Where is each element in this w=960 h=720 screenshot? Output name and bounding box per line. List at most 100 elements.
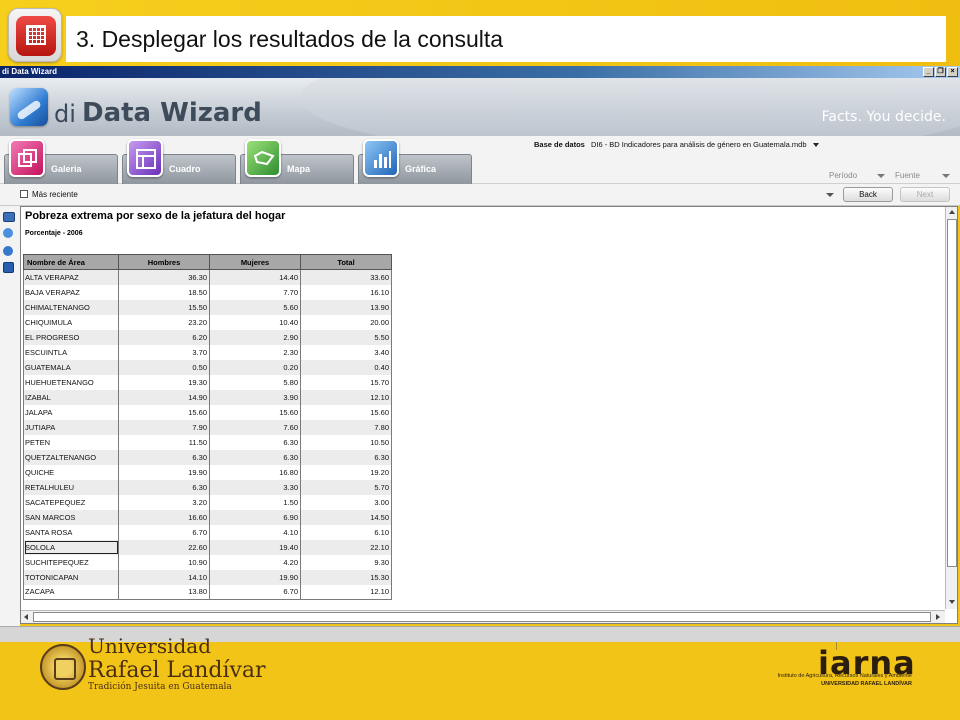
area-name-cell[interactable]: HUEHUETENANGO (23, 374, 119, 390)
value-cell[interactable]: 7.90 (118, 419, 210, 435)
table-row[interactable]: BAJA VERAPAZ 18.50 7.70 16.10 (23, 284, 392, 300)
value-cell[interactable]: 5.70 (300, 479, 392, 495)
value-cell[interactable]: 6.30 (300, 449, 392, 465)
area-name-cell[interactable]: EL PROGRESO (23, 329, 119, 345)
value-cell[interactable]: 12.10 (300, 389, 392, 405)
table-row[interactable]: SANTA ROSA 6.70 4.10 6.10 (23, 524, 392, 540)
value-cell[interactable]: 6.30 (209, 434, 301, 450)
table-row[interactable]: ESCUINTLA 3.70 2.30 3.40 (23, 344, 392, 360)
value-cell[interactable]: 33.60 (300, 269, 392, 285)
column-header[interactable]: Hombres (118, 254, 210, 270)
table-row[interactable]: PETEN 11.50 6.30 10.50 (23, 434, 392, 450)
value-cell[interactable]: 23.20 (118, 314, 210, 330)
column-header[interactable]: Mujeres (209, 254, 301, 270)
table-row[interactable]: QUETZALTENANGO 6.30 6.30 6.30 (23, 449, 392, 465)
area-name-cell[interactable]: QUICHE (23, 464, 119, 480)
value-cell[interactable]: 19.40 (209, 539, 301, 555)
next-button[interactable]: Next (900, 187, 950, 202)
value-cell[interactable]: 15.30 (300, 569, 392, 585)
area-name-cell[interactable]: IZABAL (23, 389, 119, 405)
value-cell[interactable]: 6.70 (118, 524, 210, 540)
value-cell[interactable]: 3.20 (118, 494, 210, 510)
value-cell[interactable]: 15.60 (300, 404, 392, 420)
value-cell[interactable]: 0.20 (209, 359, 301, 375)
area-name-cell[interactable]: SANTA ROSA (23, 524, 119, 540)
info-icon[interactable] (3, 246, 13, 256)
back-button[interactable]: Back (843, 187, 893, 202)
table-row[interactable]: CHIMALTENANGO 15.50 5.60 13.90 (23, 299, 392, 315)
area-name-cell[interactable]: ALTA VERAPAZ (23, 269, 119, 285)
value-cell[interactable]: 15.60 (209, 404, 301, 420)
area-name-cell[interactable]: RETALHULEU (23, 479, 119, 495)
table-row[interactable]: CHIQUIMULA 23.20 10.40 20.00 (23, 314, 392, 330)
area-name-cell[interactable]: SUCHITEPEQUEZ (23, 554, 119, 570)
maximize-button[interactable]: ❐ (935, 67, 946, 77)
table-row[interactable]: ZACAPA 13.80 6.70 12.10 (23, 584, 392, 600)
value-cell[interactable]: 3.90 (209, 389, 301, 405)
value-cell[interactable]: 36.30 (118, 269, 210, 285)
database-selector[interactable]: Base de datos DI6 - BD Indicadores para … (534, 140, 819, 149)
close-button[interactable]: × (947, 67, 958, 77)
minimize-button[interactable]: _ (923, 67, 934, 77)
value-cell[interactable]: 5.50 (300, 329, 392, 345)
table-row[interactable]: IZABAL 14.90 3.90 12.10 (23, 389, 392, 405)
value-cell[interactable]: 3.70 (118, 344, 210, 360)
table-row[interactable]: GUATEMALA 0.50 0.20 0.40 (23, 359, 392, 375)
value-cell[interactable]: 5.80 (209, 374, 301, 390)
value-cell[interactable]: 16.60 (118, 509, 210, 525)
value-cell[interactable]: 7.80 (300, 419, 392, 435)
value-cell[interactable]: 3.00 (300, 494, 392, 510)
area-name-cell[interactable]: PETEN (23, 434, 119, 450)
table-row[interactable]: QUICHE 19.90 16.80 19.20 (23, 464, 392, 480)
table-row[interactable]: SAN MARCOS 16.60 6.90 14.50 (23, 509, 392, 525)
value-cell[interactable]: 19.20 (300, 464, 392, 480)
vertical-scrollbar[interactable] (945, 207, 957, 609)
refresh-icon[interactable] (3, 228, 13, 238)
value-cell[interactable]: 16.80 (209, 464, 301, 480)
table-row[interactable]: EL PROGRESO 6.20 2.90 5.50 (23, 329, 392, 345)
tab-galeria[interactable]: Galeria (4, 139, 118, 184)
value-cell[interactable]: 19.90 (118, 464, 210, 480)
area-name-cell[interactable]: JUTIAPA (23, 419, 119, 435)
area-name-cell[interactable]: BAJA VERAPAZ (23, 284, 119, 300)
value-cell[interactable]: 6.30 (118, 449, 210, 465)
chevron-down-icon[interactable] (826, 193, 834, 197)
value-cell[interactable]: 22.10 (300, 539, 392, 555)
table-row[interactable]: SOLOLA 22.60 19.40 22.10 (23, 539, 392, 555)
scrollbar-thumb[interactable] (33, 612, 931, 622)
value-cell[interactable]: 5.60 (209, 299, 301, 315)
value-cell[interactable]: 3.40 (300, 344, 392, 360)
area-name-cell[interactable]: JALAPA (23, 404, 119, 420)
value-cell[interactable]: 14.90 (118, 389, 210, 405)
value-cell[interactable]: 10.40 (209, 314, 301, 330)
table-row[interactable]: JALAPA 15.60 15.60 15.60 (23, 404, 392, 420)
table-row[interactable]: RETALHULEU 6.30 3.30 5.70 (23, 479, 392, 495)
area-name-cell[interactable]: TOTONICAPAN (23, 569, 119, 585)
period-dropdown[interactable]: Período (829, 171, 857, 180)
area-name-cell[interactable]: ESCUINTLA (23, 344, 119, 360)
scrollbar-thumb[interactable] (947, 219, 957, 567)
value-cell[interactable]: 0.40 (300, 359, 392, 375)
value-cell[interactable]: 6.10 (300, 524, 392, 540)
save-icon[interactable] (3, 262, 14, 273)
value-cell[interactable]: 19.30 (118, 374, 210, 390)
area-name-cell[interactable]: CHIMALTENANGO (23, 299, 119, 315)
value-cell[interactable]: 2.30 (209, 344, 301, 360)
value-cell[interactable]: 11.50 (118, 434, 210, 450)
value-cell[interactable]: 4.20 (209, 554, 301, 570)
value-cell[interactable]: 13.80 (118, 584, 210, 600)
value-cell[interactable]: 7.60 (209, 419, 301, 435)
horizontal-scrollbar[interactable] (21, 610, 945, 623)
value-cell[interactable]: 14.10 (118, 569, 210, 585)
table-row[interactable]: ALTA VERAPAZ 36.30 14.40 33.60 (23, 269, 392, 285)
value-cell[interactable]: 1.50 (209, 494, 301, 510)
value-cell[interactable]: 10.50 (300, 434, 392, 450)
column-header[interactable]: Nombre de Área (23, 254, 119, 270)
area-name-cell[interactable]: SACATEPEQUEZ (23, 494, 119, 510)
value-cell[interactable]: 6.30 (209, 449, 301, 465)
table-row[interactable]: SUCHITEPEQUEZ 10.90 4.20 9.30 (23, 554, 392, 570)
area-name-cell[interactable]: SOLOLA (23, 539, 119, 555)
value-cell[interactable]: 6.30 (118, 479, 210, 495)
area-name-cell[interactable]: ZACAPA (23, 584, 119, 600)
value-cell[interactable]: 9.30 (300, 554, 392, 570)
